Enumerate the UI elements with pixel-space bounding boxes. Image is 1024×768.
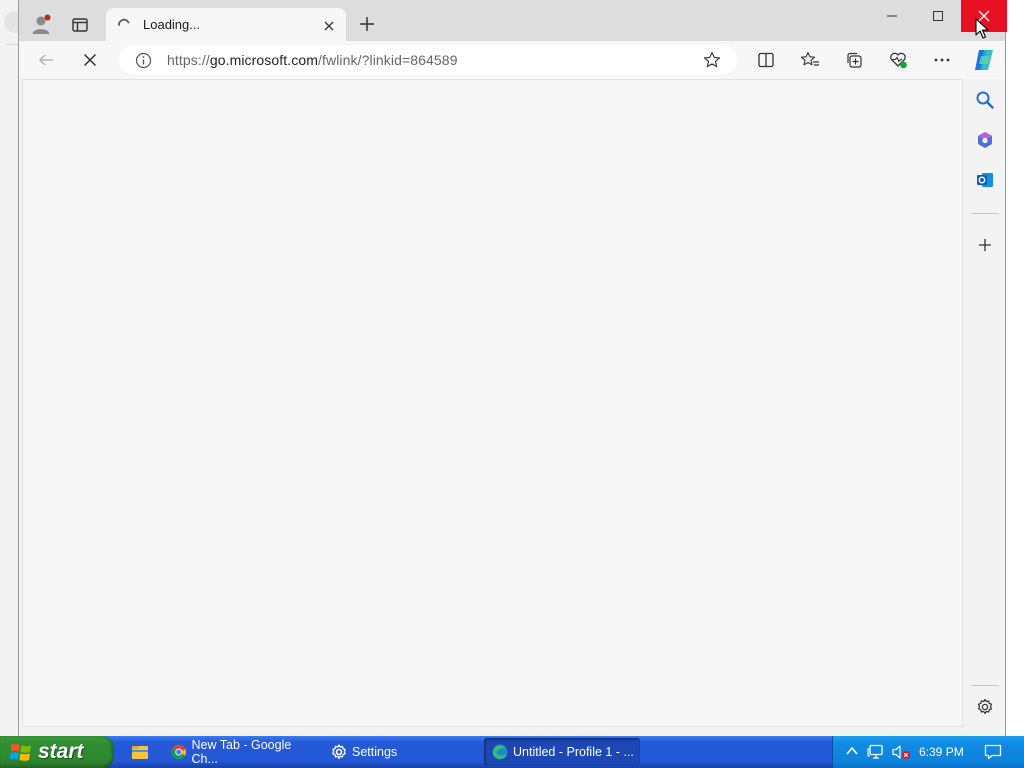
url-scheme: https:// — [167, 52, 210, 68]
gear-icon — [332, 744, 346, 760]
edge-browser-window: Loading... https://go.microsoft.com/fwli… — [18, 0, 1007, 736]
clock[interactable]: 6:39 PM — [919, 745, 964, 759]
taskbar-item-label: New Tab - Google Ch... — [191, 738, 292, 766]
mouse-cursor-icon — [975, 18, 989, 39]
copilot-icon — [975, 50, 993, 70]
tab-loading[interactable]: Loading... — [106, 8, 346, 41]
navigation-toolbar: https://go.microsoft.com/fwlink/?linkid=… — [19, 41, 1005, 79]
stop-icon — [83, 53, 97, 67]
sidebar-divider — [971, 213, 999, 214]
taskbar-item-settings[interactable]: Settings — [323, 738, 477, 766]
copilot-button[interactable] — [969, 45, 999, 75]
new-tab-button[interactable] — [355, 12, 379, 36]
close-icon — [324, 21, 334, 31]
collections-button[interactable] — [839, 45, 869, 75]
info-icon[interactable] — [135, 52, 152, 69]
sidebar-search-button[interactable] — [970, 85, 1000, 115]
split-screen-button[interactable] — [751, 45, 781, 75]
favorites-icon — [800, 51, 819, 66]
loading-spinner-icon — [118, 18, 130, 26]
collections-icon — [847, 52, 862, 68]
plus-icon — [979, 239, 991, 251]
address-bar[interactable]: https://go.microsoft.com/fwlink/?linkid=… — [119, 45, 737, 75]
page-content-area — [22, 79, 963, 727]
background-window-edge — [4, 11, 18, 33]
desktop-background — [0, 0, 18, 736]
sidebar-customize-button[interactable] — [970, 230, 1000, 260]
maximize-icon — [933, 11, 943, 21]
taskbar-item-chrome[interactable]: New Tab - Google Ch... — [163, 738, 317, 766]
search-icon — [976, 91, 994, 109]
url-host: go.microsoft.com — [209, 52, 319, 68]
add-favorite-star-icon[interactable] — [703, 51, 721, 69]
start-label: start — [38, 740, 84, 763]
taskbar-item-label: Untitled - Profile 1 - ... — [513, 745, 634, 759]
browser-essentials-heart-icon — [890, 52, 907, 69]
workspaces-icon — [72, 18, 88, 32]
chevron-up-icon[interactable] — [845, 744, 859, 758]
taskbar-item-edge[interactable]: Untitled - Profile 1 - ... — [484, 738, 640, 766]
favorites-button[interactable] — [795, 45, 825, 75]
chrome-icon — [171, 744, 187, 760]
start-button[interactable]: start — [0, 736, 114, 768]
minimize-button[interactable] — [869, 0, 915, 32]
maximize-button[interactable] — [915, 0, 961, 32]
notifications-icon[interactable] — [984, 744, 1002, 760]
outlook-icon — [977, 173, 993, 187]
settings-and-more-button[interactable] — [927, 45, 957, 75]
profile-icon — [32, 14, 51, 34]
sidebar-microsoft365-button[interactable] — [970, 125, 1000, 155]
volume-muted-icon[interactable] — [891, 744, 911, 760]
background-window-edge-2 — [6, 44, 18, 81]
sidebar-settings-button[interactable] — [970, 692, 1000, 722]
taskbar: start New Tab - Google Ch... Settings Un… — [0, 736, 1024, 768]
microsoft365-icon — [978, 132, 992, 148]
profile-button[interactable] — [27, 10, 57, 40]
gear-icon — [977, 698, 993, 715]
url-path: /fwlink/?linkid=864589 — [318, 52, 458, 68]
back-arrow-icon — [38, 54, 53, 66]
system-tray: 6:39 PM — [832, 736, 1024, 768]
tab-title: Loading... — [143, 17, 201, 32]
tab-close-button[interactable] — [320, 17, 338, 35]
split-screen-icon — [758, 52, 774, 68]
edge-icon — [492, 744, 508, 760]
more-dots-icon — [934, 58, 950, 62]
browser-essentials-button[interactable] — [883, 45, 913, 75]
tab-strip: Loading... — [19, 0, 1007, 41]
network-icon[interactable] — [867, 744, 885, 760]
sidebar-outlook-button[interactable] — [970, 165, 1000, 195]
edge-sidebar — [965, 79, 1005, 734]
file-explorer-icon[interactable] — [130, 743, 150, 761]
back-button[interactable] — [31, 45, 61, 75]
stop-loading-button[interactable] — [75, 45, 105, 75]
tab-actions-button[interactable] — [65, 10, 95, 40]
plus-icon — [360, 17, 374, 31]
url-text: https://go.microsoft.com/fwlink/?linkid=… — [167, 52, 458, 68]
minimize-icon — [887, 15, 897, 17]
sidebar-divider-bottom — [971, 685, 999, 686]
taskbar-item-label: Settings — [352, 745, 398, 759]
windows-logo-icon — [10, 744, 31, 761]
